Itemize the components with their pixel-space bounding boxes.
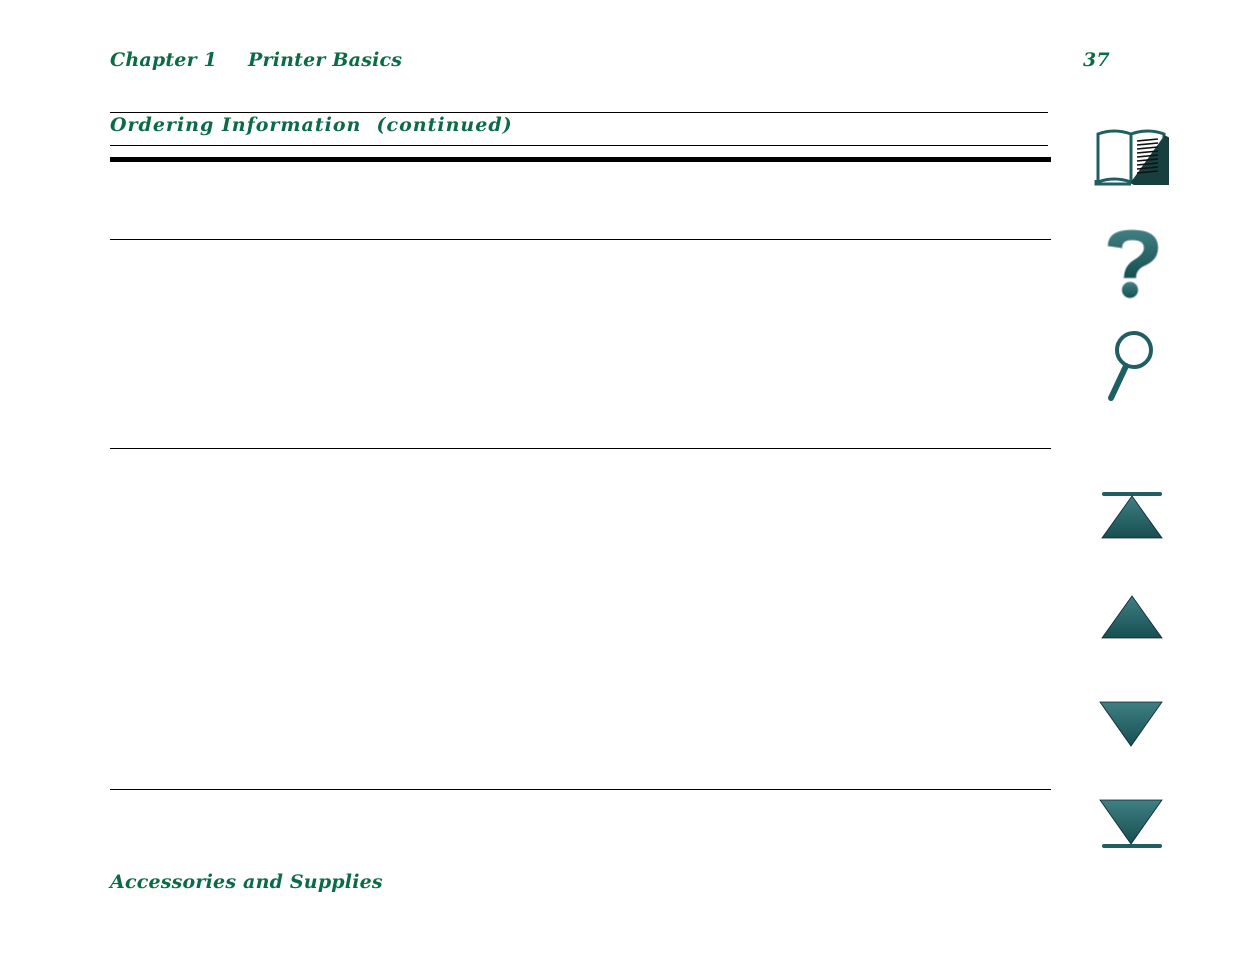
table-row-divider [110,239,1051,240]
next-page-icon [1099,701,1163,747]
first-page-icon [1101,492,1163,539]
magnifier-icon [1108,331,1153,401]
footer-title: Accessories and Supplies [110,871,383,893]
table-title-rule [110,145,1048,146]
table-top-rule [110,112,1048,113]
help-button[interactable] [1100,226,1164,300]
table-header-thick-rule [110,157,1051,162]
table-title: Ordering Information (continued) [110,114,513,136]
index-button[interactable] [1102,328,1162,404]
section-title: Printer Basics [248,49,403,71]
chapter-label: Chapter 1 [110,49,218,71]
previous-page-button[interactable] [1100,594,1164,640]
last-page-button[interactable] [1098,798,1164,852]
table-bottom-rule [110,789,1051,790]
last-page-icon [1099,799,1163,848]
first-page-button[interactable] [1100,490,1164,542]
previous-page-icon [1101,595,1163,639]
book-icon [1094,129,1169,186]
question-icon [1107,229,1159,299]
page-number: 37 [1083,49,1110,71]
contents-button[interactable] [1094,128,1170,188]
table-row-divider [110,448,1051,449]
next-page-button[interactable] [1098,700,1164,748]
